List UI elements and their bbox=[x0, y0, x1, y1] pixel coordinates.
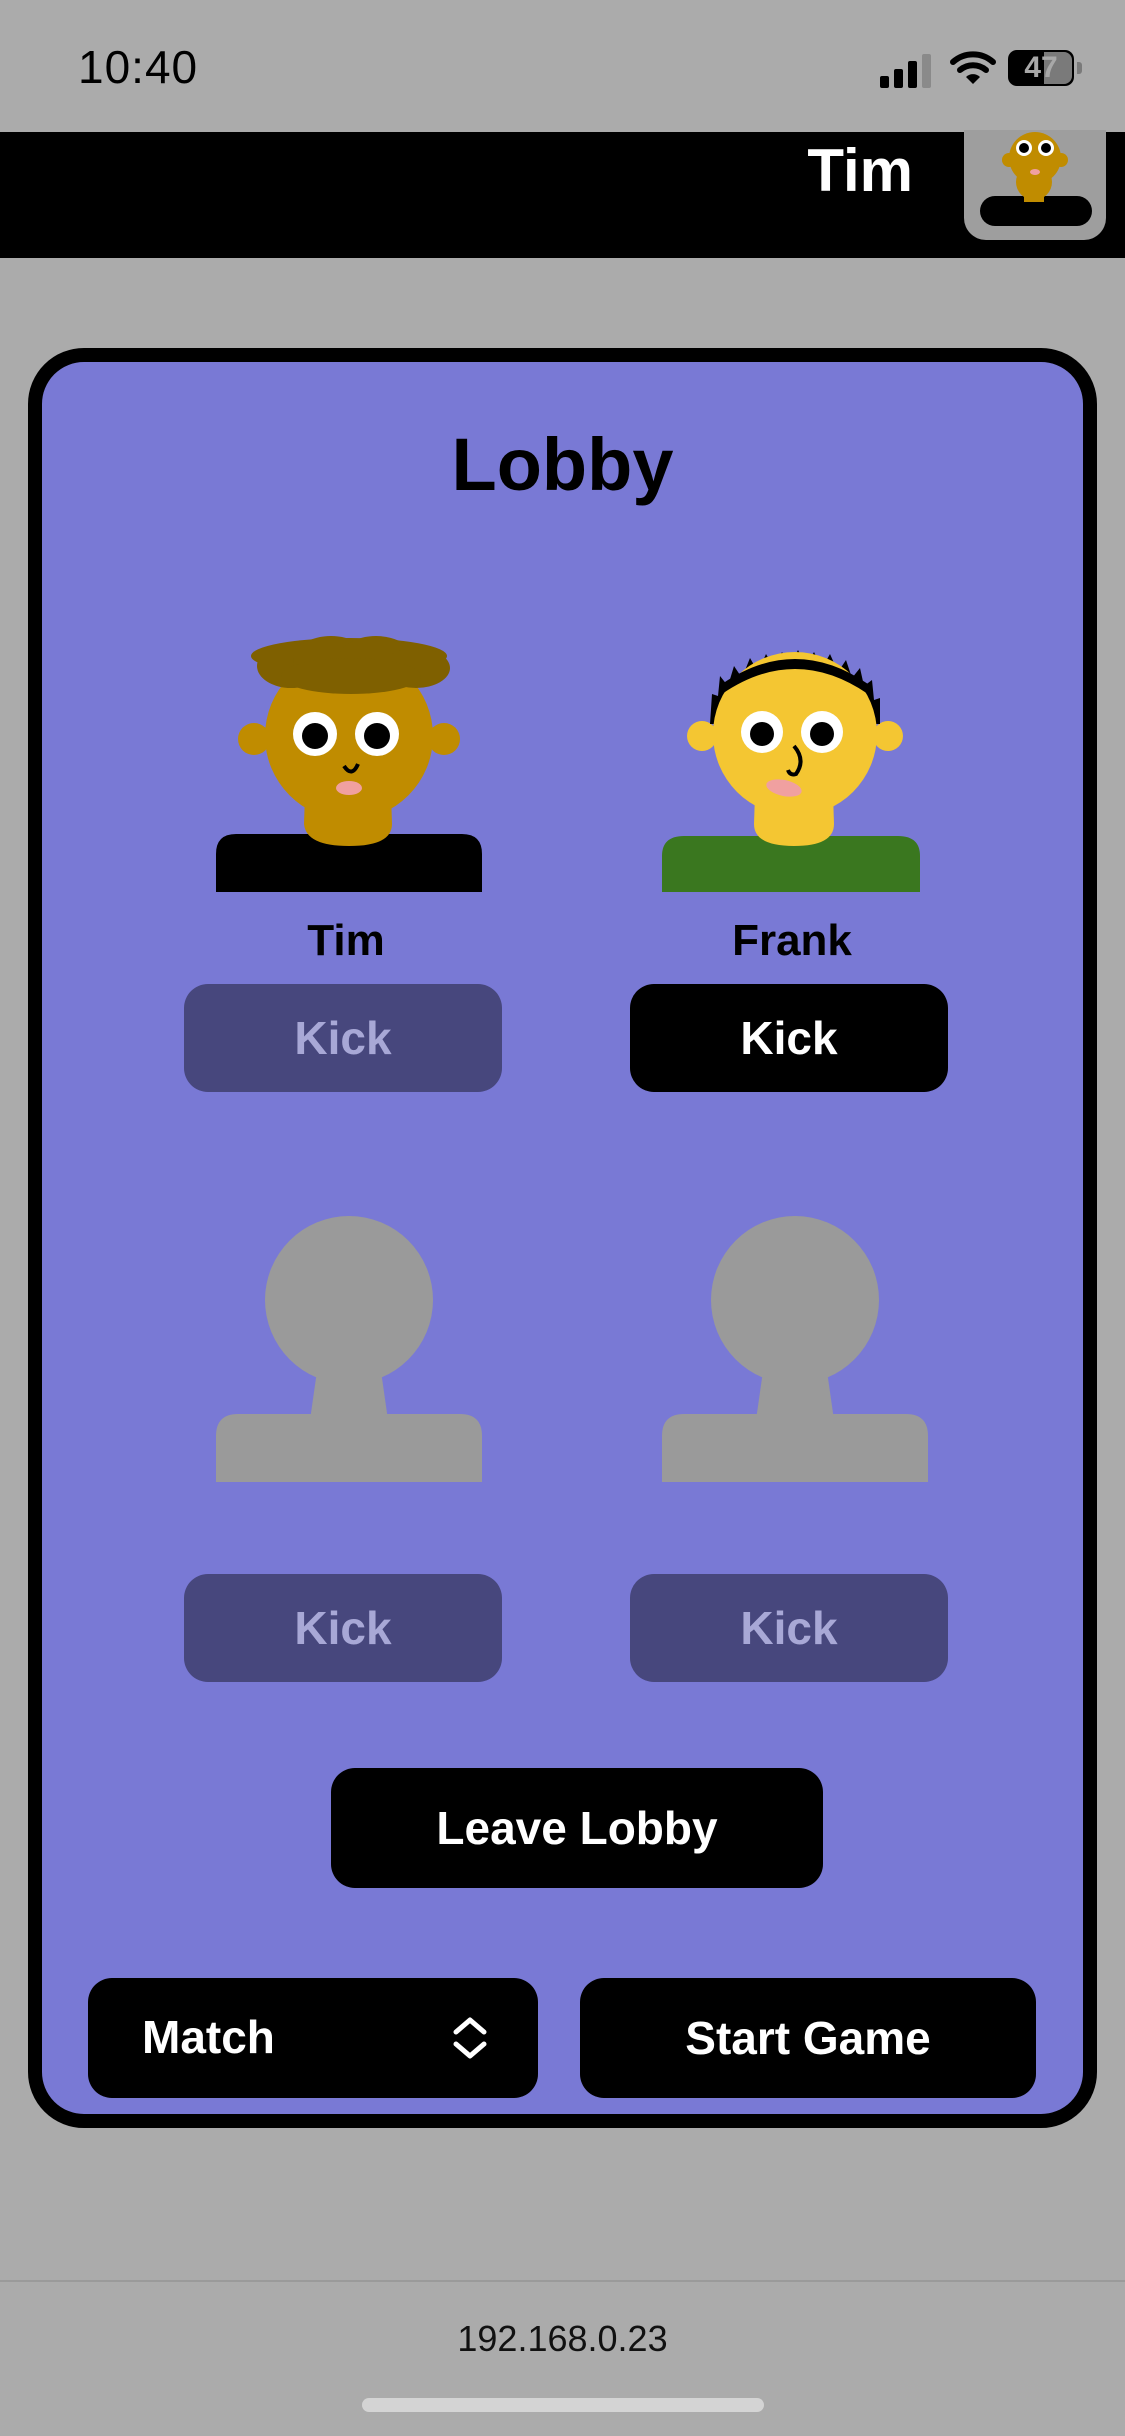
current-user-name: Tim bbox=[807, 137, 913, 204]
battery-level: 47 bbox=[1024, 51, 1058, 84]
start-game-button[interactable]: Start Game bbox=[580, 1978, 1036, 2098]
wifi-icon bbox=[950, 51, 996, 84]
player-slot-1: Tim Kick bbox=[176, 624, 516, 1184]
kick-button-player-2[interactable]: Kick bbox=[630, 984, 948, 1092]
player-name: Tim bbox=[307, 916, 385, 965]
footer-divider bbox=[0, 2280, 1125, 2282]
kick-button-player-1[interactable]: Kick bbox=[184, 984, 502, 1092]
home-indicator[interactable] bbox=[362, 2398, 764, 2412]
player-slot-4: Kick bbox=[622, 1214, 962, 1774]
player-slot-2: Frank Kick bbox=[622, 624, 962, 1184]
player-name: Frank bbox=[732, 916, 852, 965]
server-address: 192.168.0.23 bbox=[457, 2318, 668, 2359]
battery-icon: 47 bbox=[1008, 50, 1074, 86]
cellular-signal-icon bbox=[880, 52, 934, 88]
game-mode-select[interactable]: Match bbox=[88, 1978, 538, 2098]
player-frank-avatar bbox=[662, 650, 920, 892]
status-time: 10:40 bbox=[78, 41, 199, 93]
current-user-avatar[interactable] bbox=[964, 130, 1106, 240]
kick-button-player-3[interactable]: Kick bbox=[184, 1574, 502, 1682]
chevron-up-down-icon bbox=[453, 2017, 487, 2059]
lobby-card: Lobby Tim Kick Frank Kick Kick Kick Leav… bbox=[28, 348, 1097, 2128]
game-mode-value: Match bbox=[142, 2011, 275, 2063]
player-tim-avatar bbox=[216, 636, 482, 892]
player-slot-3: Kick bbox=[176, 1214, 516, 1774]
kick-button-player-4[interactable]: Kick bbox=[630, 1574, 948, 1682]
status-bar: 10:40 47 bbox=[0, 0, 1125, 132]
leave-lobby-button[interactable]: Leave Lobby bbox=[331, 1768, 823, 1888]
header-bar bbox=[0, 132, 1125, 258]
lobby-title: Lobby bbox=[451, 423, 674, 506]
empty-slot-avatar bbox=[216, 1216, 482, 1482]
empty-slot-avatar bbox=[662, 1216, 928, 1482]
